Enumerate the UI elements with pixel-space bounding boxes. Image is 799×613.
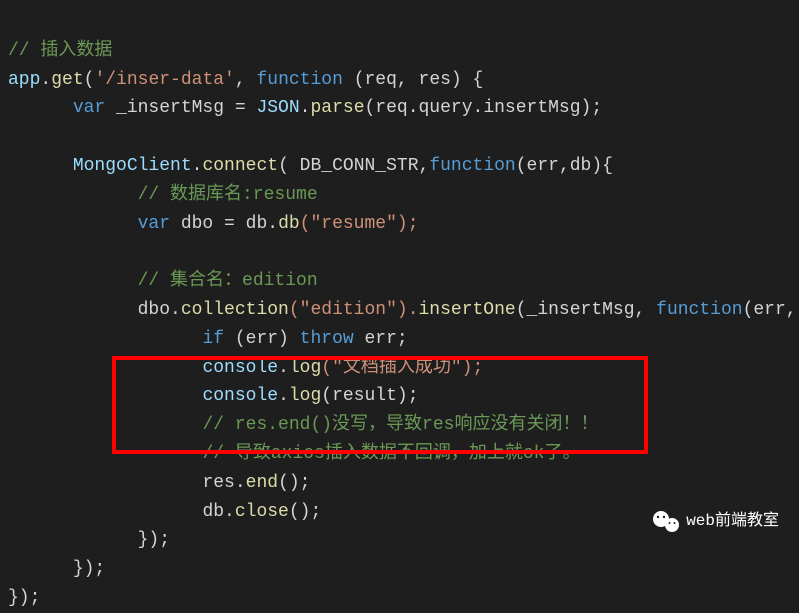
code-text: . [40, 70, 51, 90]
code-text: app [8, 70, 40, 90]
code-text: , [235, 70, 257, 90]
code-text: parse [310, 98, 364, 118]
code-text: dbo. [138, 300, 181, 320]
comment-line: // 插入数据 [8, 41, 112, 61]
code-text: }); [138, 530, 170, 550]
code-text: ("edition"). [289, 300, 419, 320]
code-text: console [202, 386, 278, 406]
code-text: var [138, 214, 170, 234]
code-text: dbo = db. [170, 214, 278, 234]
watermark-text: web前端教室 [686, 509, 779, 535]
code-text: ("文档插入成功"); [321, 358, 483, 378]
code-text: close [235, 502, 289, 522]
code-text: db [278, 214, 300, 234]
wechat-icon [652, 510, 680, 534]
code-text: (result); [321, 386, 418, 406]
code-text: collection [181, 300, 289, 320]
comment-line: // res.end()没写，导致res响应没有关闭！！ [202, 415, 598, 435]
code-text: ( [84, 70, 95, 90]
code-text: '/inser-data' [94, 70, 234, 90]
code-text: get [51, 70, 83, 90]
code-text: }); [73, 559, 105, 579]
code-text: . [300, 98, 311, 118]
watermark: web前端教室 [652, 509, 779, 535]
comment-line: // 集合名：edition [138, 271, 318, 291]
code-text: end [246, 473, 278, 493]
code-text: . [278, 358, 289, 378]
code-text: . [192, 156, 203, 176]
code-text: ( DB_CONN_STR, [278, 156, 429, 176]
code-text: . [278, 386, 289, 406]
code-text: _insertMsg = [105, 98, 256, 118]
code-text: insertOne [419, 300, 516, 320]
code-text: log [289, 358, 321, 378]
code-text: console [202, 358, 278, 378]
code-text: err; [354, 329, 408, 349]
comment-line: // 数据库名:resume [138, 185, 318, 205]
code-text: function [656, 300, 742, 320]
code-text: throw [300, 329, 354, 349]
code-text: res. [202, 473, 245, 493]
code-text: (req, res) { [343, 70, 483, 90]
code-text: function [429, 156, 515, 176]
code-text: var [73, 98, 105, 118]
code-text: function [256, 70, 342, 90]
code-text: JSON [256, 98, 299, 118]
code-text: (err,db){ [516, 156, 613, 176]
code-text: if [202, 329, 224, 349]
code-text: log [289, 386, 321, 406]
code-text: connect [202, 156, 278, 176]
code-text: (err) [224, 329, 300, 349]
code-text: (err, result){ [743, 300, 799, 320]
code-text: (req.query.insertMsg); [365, 98, 603, 118]
code-text: (); [289, 502, 321, 522]
code-text: MongoClient [73, 156, 192, 176]
code-text: ("resume"); [300, 214, 419, 234]
comment-line: // 导致axios插入数据不回调，加上就ok了。 [202, 444, 580, 464]
code-text: db. [202, 502, 234, 522]
code-text: (_insertMsg, [516, 300, 656, 320]
code-text: (); [278, 473, 310, 493]
code-text: }); [8, 588, 40, 608]
